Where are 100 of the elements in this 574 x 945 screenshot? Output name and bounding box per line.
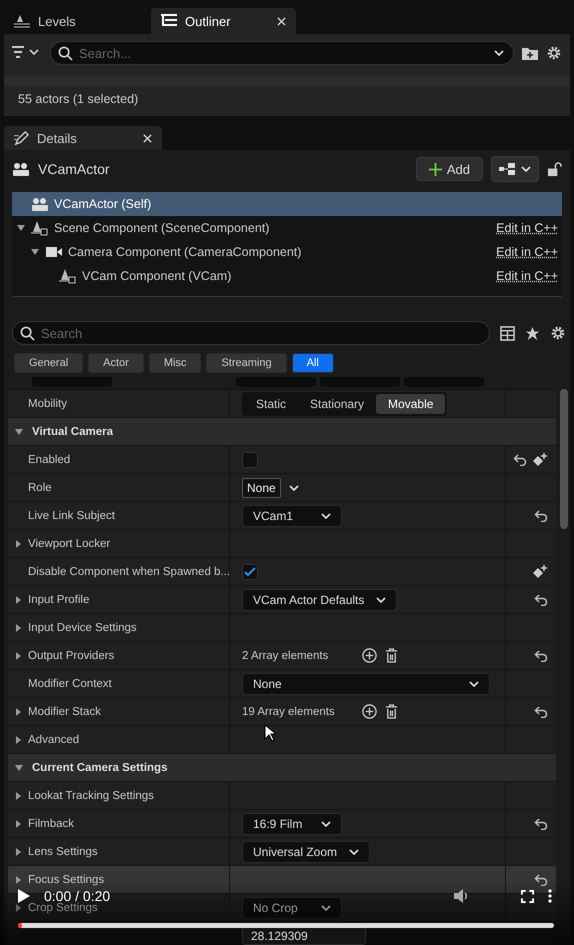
expand-arrow-icon[interactable] [14, 426, 24, 436]
reset-icon[interactable] [513, 454, 527, 466]
property-label: Input Device Settings [28, 622, 137, 634]
expand-arrow-icon[interactable] [30, 247, 40, 257]
search-field[interactable]: Search... [50, 41, 514, 65]
close-icon[interactable] [277, 16, 286, 26]
add-key-icon[interactable] [532, 452, 548, 468]
filter-tab[interactable]: Misc [148, 353, 202, 373]
cursor-icon [264, 724, 276, 742]
collapse-arrow-icon[interactable] [13, 846, 23, 856]
component-row[interactable]: VCamActor (Self) [12, 192, 562, 216]
property-label: Mobility [28, 398, 67, 410]
delete-icon[interactable] [385, 704, 398, 719]
unlocked-icon[interactable] [547, 162, 562, 176]
add-element-icon[interactable] [362, 704, 377, 719]
checkbox[interactable] [242, 564, 258, 580]
property-label: Lookat Tracking Settings [28, 790, 154, 802]
add-key-icon[interactable] [532, 564, 548, 580]
reset-icon[interactable] [534, 818, 548, 830]
reset-icon[interactable] [534, 650, 548, 662]
add-folder-icon[interactable] [522, 46, 538, 60]
collapse-arrow-icon[interactable] [13, 622, 23, 632]
chevron-down-icon [288, 484, 299, 490]
property-label: Modifier Context [28, 678, 112, 690]
search-icon [20, 326, 35, 341]
settings-icon[interactable] [546, 45, 562, 61]
array-count: 19 Array elements [242, 706, 336, 718]
panel-tab[interactable]: Outliner [151, 8, 296, 34]
edit-in-cpp-link[interactable]: Edit in C++ [496, 245, 558, 259]
dropdown[interactable]: None [242, 672, 490, 694]
component-row[interactable]: VCam Component (VCam) Edit in C++ [12, 264, 562, 288]
property-label: Enabled [28, 454, 70, 466]
close-icon[interactable] [143, 134, 152, 142]
settings-icon[interactable] [550, 325, 566, 341]
collapse-arrow-icon[interactable] [13, 734, 23, 744]
dropdown[interactable]: VCam Actor Defaults [242, 588, 398, 610]
component-label: VCam Component (VCam) [82, 269, 232, 283]
mobility-option[interactable]: Movable [376, 394, 446, 414]
panel-tab[interactable]: Levels [4, 8, 149, 34]
dropdown[interactable]: Universal Zoom [242, 840, 370, 862]
reset-icon[interactable] [534, 594, 548, 606]
add-button[interactable]: Add [416, 157, 483, 181]
expand-arrow-icon[interactable] [16, 223, 26, 233]
actor-icon [31, 197, 49, 211]
volume-icon[interactable] [453, 888, 469, 904]
filter-tab[interactable]: All [292, 353, 334, 373]
component-label: Camera Component (CameraComponent) [68, 245, 302, 259]
pencil-icon [14, 130, 29, 146]
chevron-down-icon [469, 680, 479, 686]
collapse-arrow-icon[interactable] [13, 790, 23, 800]
collapse-arrow-icon[interactable] [13, 538, 23, 548]
property-label: Focus Settings [28, 874, 104, 886]
star-icon[interactable] [525, 326, 540, 340]
collapse-arrow-icon[interactable] [13, 706, 23, 716]
section-header[interactable]: Virtual Camera [32, 426, 113, 438]
blueprint-button[interactable] [491, 156, 539, 182]
filter-tab[interactable]: Actor [88, 353, 144, 373]
dropdown[interactable]: No Crop [242, 896, 342, 918]
reset-icon[interactable] [534, 510, 548, 522]
actor-icon [12, 162, 30, 176]
role-value[interactable]: None [242, 478, 281, 498]
add-element-icon[interactable] [362, 648, 377, 663]
component-row[interactable]: Scene Component (SceneComponent) Edit in C++ [12, 216, 562, 240]
outliner-icon [161, 14, 177, 28]
section-header[interactable]: Current Camera Settings [32, 762, 168, 774]
fullscreen-icon[interactable] [521, 890, 534, 902]
details-tab[interactable]: Details [4, 126, 162, 150]
collapse-arrow-icon[interactable] [13, 818, 23, 828]
actor-count: 55 actors (1 selected) [17, 91, 140, 108]
filter-tab[interactable]: Streaming [206, 353, 287, 373]
delete-icon[interactable] [385, 648, 398, 663]
actor-name: VCamActor [38, 161, 110, 177]
collapse-arrow-icon[interactable] [13, 594, 23, 604]
filter-tab[interactable]: General [14, 353, 84, 373]
property-label: Live Link Subject [28, 510, 115, 522]
chevron-down-icon [321, 512, 331, 518]
expand-arrow-icon[interactable] [14, 762, 24, 772]
checkbox[interactable] [242, 452, 258, 468]
dropdown[interactable]: 16:9 Film [242, 812, 342, 834]
more-icon[interactable] [548, 889, 552, 903]
table-icon[interactable] [500, 326, 515, 340]
reset-icon[interactable] [534, 706, 548, 718]
component-row[interactable]: Camera Component (CameraComponent) Edit in C++ [12, 240, 562, 264]
camera-icon [45, 246, 63, 258]
mobility-option[interactable]: Stationary [298, 394, 376, 414]
dropdown[interactable]: VCam1 [242, 504, 342, 526]
component-label: Scene Component (SceneComponent) [54, 221, 270, 235]
edit-in-cpp-link[interactable]: Edit in C++ [496, 269, 558, 283]
property-label: Input Profile [28, 594, 90, 606]
edit-in-cpp-link[interactable]: Edit in C++ [496, 221, 558, 235]
property-label: Viewport Locker [28, 538, 110, 550]
search-field[interactable]: Search [12, 321, 490, 345]
collapse-arrow-icon[interactable] [13, 650, 23, 660]
play-icon[interactable] [18, 889, 30, 903]
reset-icon[interactable] [534, 874, 548, 886]
scrollbar[interactable] [560, 389, 568, 529]
mobility-option[interactable]: Static [244, 394, 298, 414]
component-label: VCamActor (Self) [54, 197, 152, 211]
collapse-arrow-icon[interactable] [13, 874, 23, 884]
collapse-arrow-icon[interactable] [13, 902, 23, 912]
